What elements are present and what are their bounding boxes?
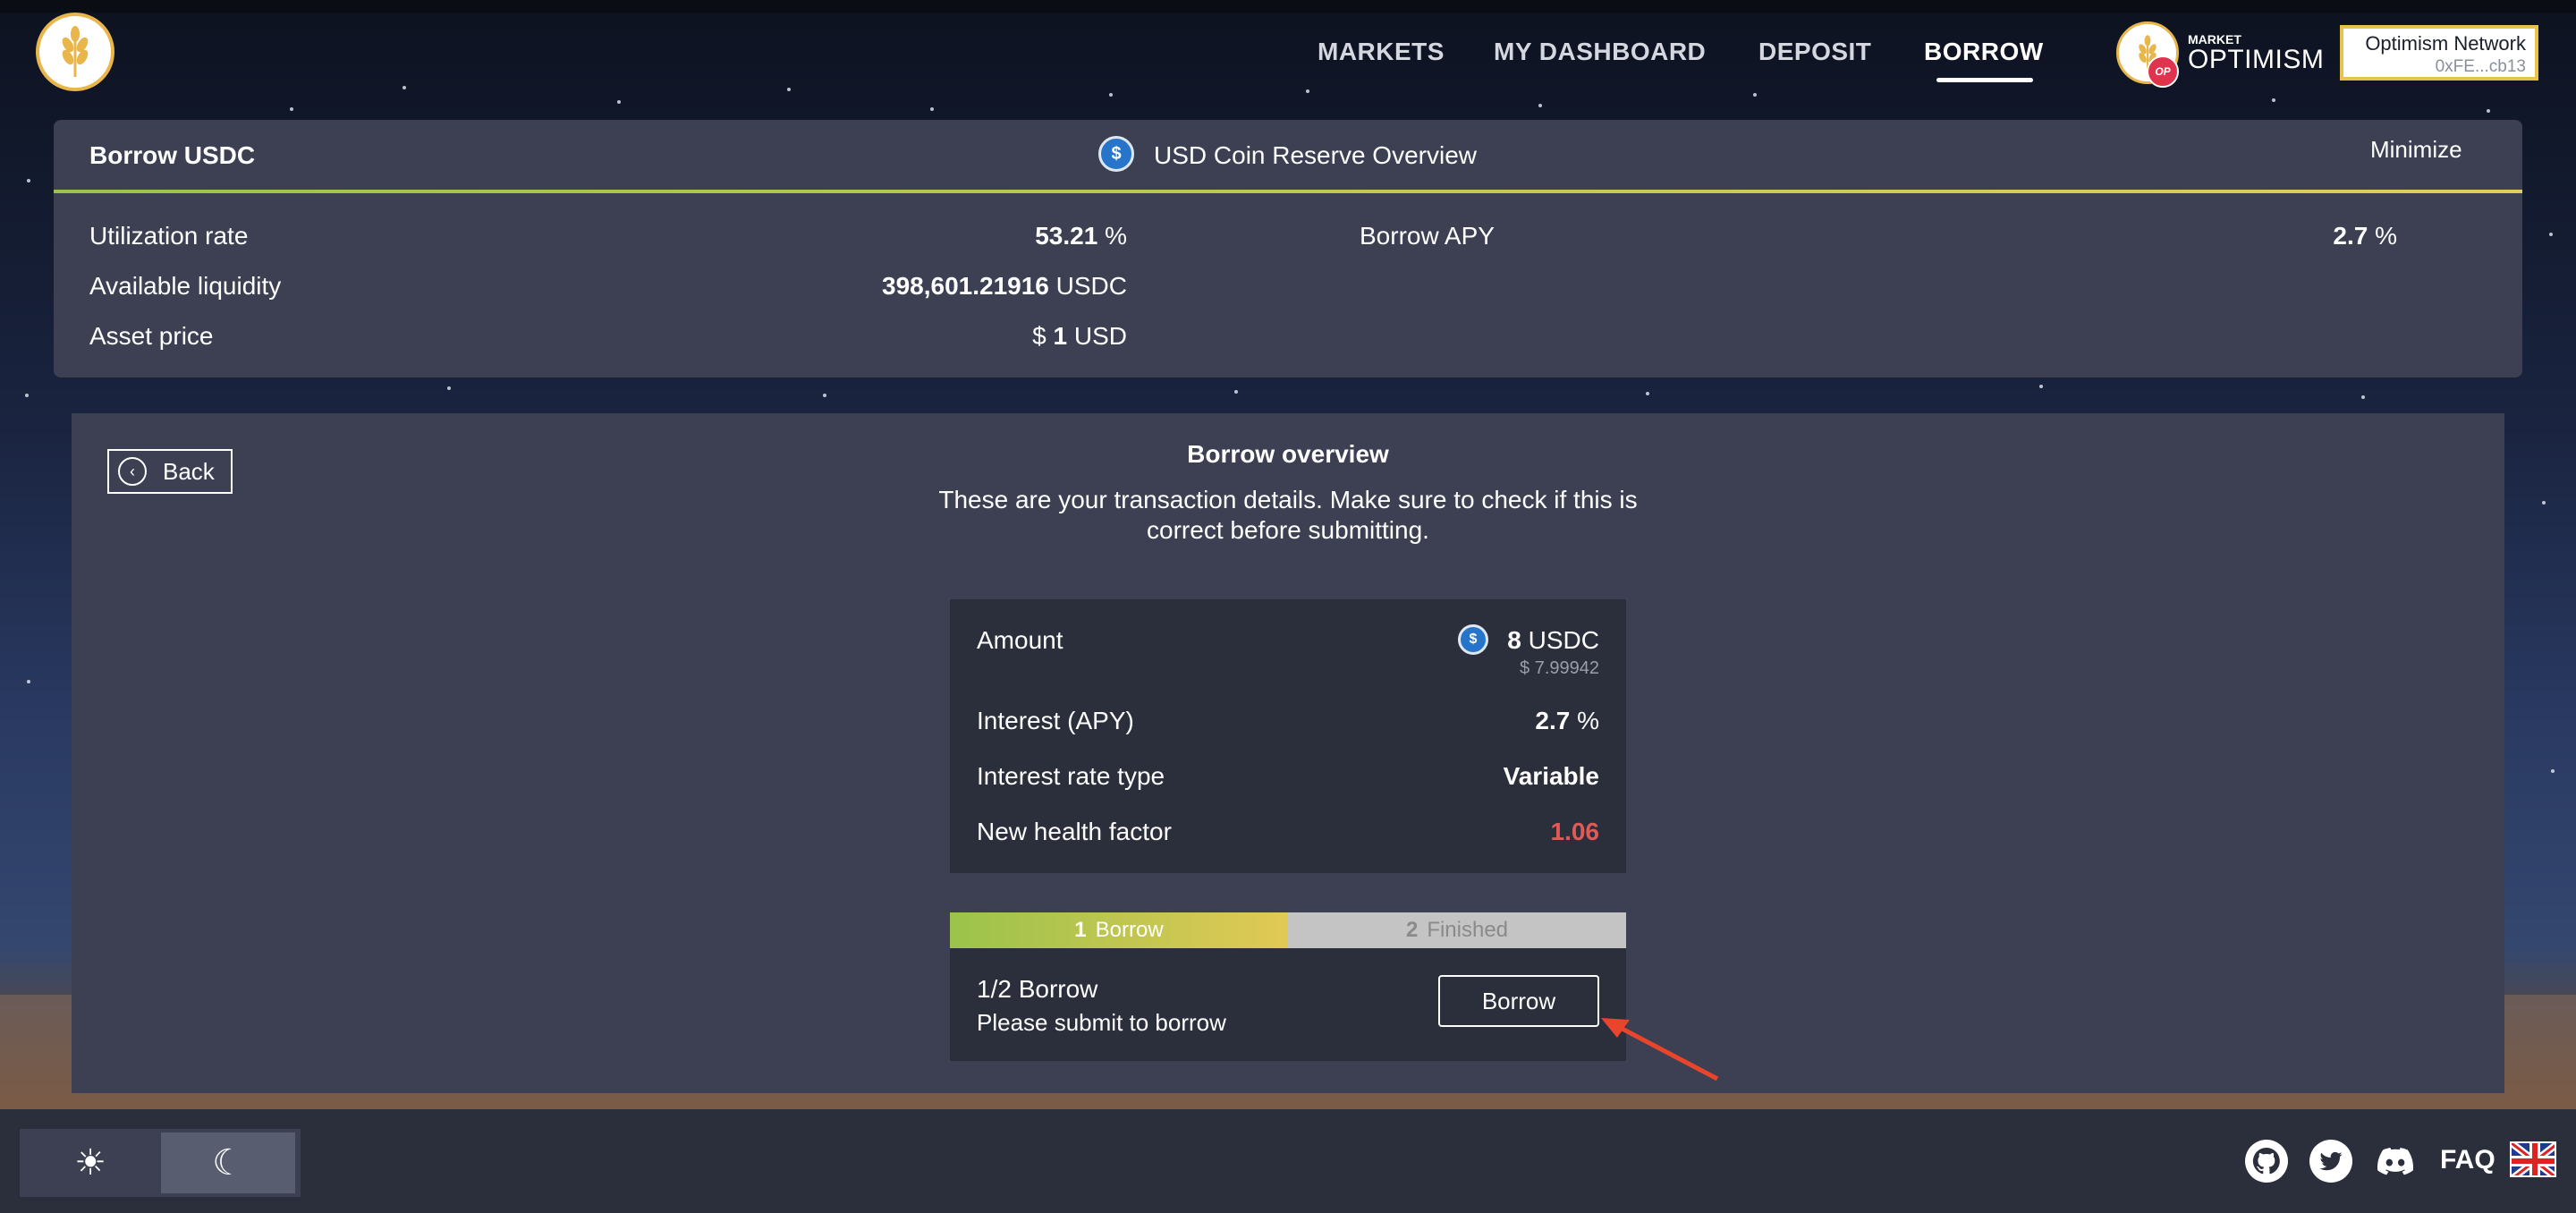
nav-my-dashboard[interactable]: MY DASHBOARD <box>1494 38 1706 66</box>
minimize-button[interactable]: Minimize <box>2370 136 2462 164</box>
discord-icon-glyph <box>2377 1148 2413 1175</box>
interest-number: 2.7 <box>1535 707 1571 734</box>
interest-value: 2.7 % <box>1535 707 1599 735</box>
borrow-apy-value: 2.7 % <box>2333 222 2397 250</box>
step-borrow: 1 Borrow <box>950 912 1288 948</box>
twitter-icon-glyph <box>2319 1151 2343 1171</box>
rate-type-label: Interest rate type <box>977 762 1165 790</box>
moon-icon[interactable]: ☾ <box>161 1132 295 1193</box>
usdc-icon: $ <box>1098 136 1134 172</box>
action-hint: Please submit to borrow <box>977 1009 1226 1036</box>
amount-usd: $ 7.99942 <box>1520 658 1599 678</box>
reserve-overview-title: USD Coin Reserve Overview <box>1154 141 1477 169</box>
liquidity-unit: USDC <box>1055 272 1127 300</box>
usdc-icon: $ <box>1458 624 1488 655</box>
transaction-details-card: Amount $ 8 USDC $ 7.99942 Interest (APY)… <box>950 599 1626 873</box>
wheat-icon <box>62 26 89 77</box>
overview-title: Borrow overview <box>1187 440 1389 468</box>
rate-type-value: Variable <box>1503 762 1599 790</box>
github-icon-glyph <box>2252 1147 2280 1175</box>
top-navigation-bar: MARKETS MY DASHBOARD DEPOSIT BORROW OP M… <box>0 0 2576 106</box>
asset-price-label: Asset price <box>89 322 214 350</box>
github-icon[interactable] <box>2245 1140 2288 1183</box>
interest-unit: % <box>1577 707 1599 734</box>
step-number: 1 <box>1074 918 1087 942</box>
amount-label: Amount <box>977 626 1063 654</box>
step-label: Finished <box>1427 918 1509 942</box>
discord-icon[interactable] <box>2374 1140 2417 1183</box>
step-finished: 2 Finished <box>1288 912 1626 948</box>
price-unit: USD <box>1073 322 1127 350</box>
nav-active-indicator <box>1936 78 2033 82</box>
step-number: 2 <box>1405 918 1419 942</box>
twitter-icon[interactable] <box>2309 1140 2352 1183</box>
price-prefix: $ <box>1032 322 1046 350</box>
optimism-badge-icon: OP <box>2147 55 2179 88</box>
step-label: Borrow <box>1095 918 1164 942</box>
wallet-address: 0xFE...cb13 <box>2435 57 2526 76</box>
liquidity-label: Available liquidity <box>89 272 282 300</box>
amount-number: 8 <box>1507 626 1521 654</box>
apy-unit: % <box>2375 222 2397 250</box>
health-factor-label: New health factor <box>977 818 1172 845</box>
utilization-unit: % <box>1105 222 1127 250</box>
sun-icon[interactable]: ☀ <box>23 1132 157 1193</box>
asset-price-value: $ 1 USD <box>1032 322 1127 351</box>
amount-value: 8 USDC <box>1507 626 1599 655</box>
back-label: Back <box>163 457 215 485</box>
footer-bar <box>0 1109 2576 1213</box>
window-top-strip <box>0 0 2576 13</box>
uk-flag-glyph <box>2512 1143 2555 1175</box>
reserve-title: Borrow USDC <box>89 141 256 169</box>
borrow-submit-button[interactable]: Borrow <box>1438 975 1599 1027</box>
reserve-overview-panel: Borrow USDC $ USD Coin Reserve Overview … <box>54 120 2522 377</box>
health-factor-value: 1.06 <box>1550 818 1600 845</box>
overview-description: These are your transaction details. Make… <box>938 486 1638 544</box>
network-name: Optimism Network <box>2365 32 2526 55</box>
utilization-number: 53.21 <box>1035 222 1098 250</box>
market-name[interactable]: OPTIMISM <box>2188 45 2324 75</box>
liquidity-value: 398,601.21916 USDC <box>882 272 1127 301</box>
interest-label: Interest (APY) <box>977 707 1134 734</box>
app-logo[interactable] <box>36 13 114 91</box>
progress-stepper: 1 Borrow 2 Finished <box>950 912 1626 948</box>
network-wallet-button[interactable]: Optimism Network 0xFE...cb13 <box>2340 25 2538 81</box>
utilization-label: Utilization rate <box>89 222 249 250</box>
nav-borrow[interactable]: BORROW <box>1924 38 2044 66</box>
apy-number: 2.7 <box>2333 222 2368 250</box>
utilization-value: 53.21 % <box>1035 222 1127 250</box>
price-number: 1 <box>1053 322 1068 350</box>
uk-flag-icon[interactable] <box>2510 1141 2556 1177</box>
liquidity-number: 398,601.21916 <box>882 272 1049 300</box>
action-step-title: 1/2 Borrow <box>977 975 1098 1003</box>
back-button[interactable]: ‹ Back <box>107 449 233 494</box>
amount-unit: USDC <box>1528 626 1599 654</box>
reserve-divider <box>54 190 2522 193</box>
nav-markets[interactable]: MARKETS <box>1318 38 1445 66</box>
borrow-apy-label: Borrow APY <box>1360 222 1495 250</box>
chevron-left-icon: ‹ <box>118 457 147 486</box>
faq-link[interactable]: FAQ <box>2440 1145 2496 1175</box>
nav-deposit[interactable]: DEPOSIT <box>1758 38 1871 66</box>
